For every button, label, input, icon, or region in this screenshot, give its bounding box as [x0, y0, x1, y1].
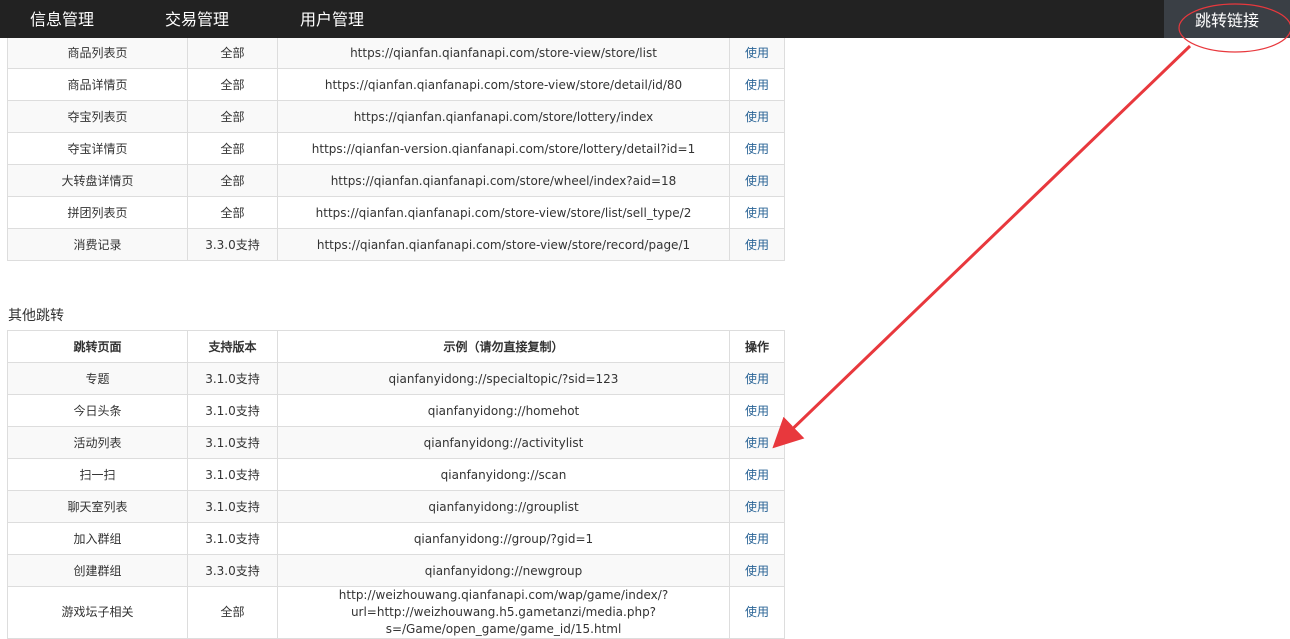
cell-page-name: 夺宝列表页: [7, 100, 188, 133]
cell-version: 全部: [187, 586, 278, 639]
cell-example-url: https://qianfan.qianfanapi.com/store-vie…: [277, 36, 730, 69]
table-row: 大转盘详情页 全部 https://qianfan.qianfanapi.com/s…: [7, 164, 785, 197]
cell-version: 3.1.0支持: [187, 458, 278, 491]
table-row: 活动列表 3.1.0支持 qianfanyidong://activitylist 使…: [7, 426, 785, 459]
cell-version: 全部: [187, 164, 278, 197]
table-row: 夺宝列表页 全部 https://qianfan.qianfanapi.com/st…: [7, 100, 785, 133]
table-row: 聊天室列表 3.1.0支持 qianfanyidong://grouplist 使用: [7, 490, 785, 523]
section-title-other-jumps: 其他跳转: [8, 308, 64, 324]
use-link[interactable]: 使用: [729, 458, 785, 491]
use-link[interactable]: 使用: [729, 36, 785, 69]
cell-version: 全部: [187, 132, 278, 165]
cell-example-url: https://qianfan-version.qianfanapi.com/s…: [277, 132, 730, 165]
table-row: 专题 3.1.0支持 qianfanyidong://specialtopic/?s…: [7, 362, 785, 395]
use-link[interactable]: 使用: [729, 362, 785, 395]
cell-page-name: 今日头条: [7, 394, 188, 427]
cell-example-url: https://qianfan.qianfanapi.com/store-vie…: [277, 228, 730, 261]
cell-example-url: https://qianfan.qianfanapi.com/store/lot…: [277, 100, 730, 133]
cell-version: 3.3.0支持: [187, 554, 278, 587]
cell-page-name: 商品详情页: [7, 68, 188, 101]
cell-version: 3.1.0支持: [187, 426, 278, 459]
use-link[interactable]: 使用: [729, 586, 785, 639]
cell-example-url: qianfanyidong://group/?gid=1: [277, 522, 730, 555]
cell-version: 3.1.0支持: [187, 394, 278, 427]
cell-example-url: qianfanyidong://activitylist: [277, 426, 730, 459]
table-row: 消费记录 3.3.0支持 https://qianfan.qianfanapi.co…: [7, 228, 785, 261]
use-link[interactable]: 使用: [729, 196, 785, 229]
table-row: 创建群组 3.3.0支持 qianfanyidong://newgroup 使用: [7, 554, 785, 587]
cell-example-url: qianfanyidong://grouplist: [277, 490, 730, 523]
use-link[interactable]: 使用: [729, 228, 785, 261]
table-row: 今日头条 3.1.0支持 qianfanyidong://homehot 使用: [7, 394, 785, 427]
cell-version: 全部: [187, 36, 278, 69]
table-row: 夺宝详情页 全部 https://qianfan-version.qianfanap…: [7, 132, 785, 165]
store-links-table-body: 商品列表页 全部 https://qianfan.qianfanapi.com/st…: [7, 36, 785, 261]
cell-example-url: https://qianfan.qianfanapi.com/store/whe…: [277, 164, 730, 197]
arrow-icon: [772, 44, 1192, 449]
use-link[interactable]: 使用: [729, 132, 785, 165]
cell-version: 3.1.0支持: [187, 522, 278, 555]
table-row: 加入群组 3.1.0支持 qianfanyidong://group/?gid=1 使…: [7, 522, 785, 555]
cell-page-name: 夺宝详情页: [7, 132, 188, 165]
top-nav-bar: 信息管理 交易管理 用户管理 跳转链接: [0, 0, 1290, 38]
use-link[interactable]: 使用: [729, 490, 785, 523]
header-action: 操作: [729, 330, 785, 363]
use-link[interactable]: 使用: [729, 394, 785, 427]
use-link[interactable]: 使用: [729, 426, 785, 459]
cell-page-name: 扫一扫: [7, 458, 188, 491]
use-link[interactable]: 使用: [729, 554, 785, 587]
other-jumps-table-body: 专题 3.1.0支持 qianfanyidong://specialtopic/?s…: [7, 362, 785, 639]
use-link[interactable]: 使用: [729, 522, 785, 555]
table-header-row: 跳转页面 支持版本 示例（请勿直接复制） 操作: [7, 330, 785, 363]
cell-example-url: http://weizhouwang.qianfanapi.com/wap/ga…: [277, 586, 730, 639]
cell-version: 全部: [187, 68, 278, 101]
cell-example-url: qianfanyidong://newgroup: [277, 554, 730, 587]
cell-page-name: 专题: [7, 362, 188, 395]
nav-item-jump-links[interactable]: 跳转链接: [1164, 0, 1290, 38]
cell-page-name: 聊天室列表: [7, 490, 188, 523]
table-row: 商品列表页 全部 https://qianfan.qianfanapi.com/st…: [7, 36, 785, 69]
cell-example-url: https://qianfan.qianfanapi.com/store-vie…: [277, 196, 730, 229]
table-row: 游戏坛子相关 全部 http://weizhouwang.qianfanapi.co…: [7, 586, 785, 639]
other-jumps-table: 跳转页面 支持版本 示例（请勿直接复制） 操作 专题 3.1.0支持 qianfan…: [7, 330, 785, 639]
cell-version: 3.1.0支持: [187, 490, 278, 523]
cell-page-name: 拼团列表页: [7, 196, 188, 229]
table-row: 商品详情页 全部 https://qianfan.qianfanapi.com/st…: [7, 68, 785, 101]
cell-version: 3.1.0支持: [187, 362, 278, 395]
header-jump-page: 跳转页面: [7, 330, 188, 363]
cell-version: 全部: [187, 100, 278, 133]
nav-item-user-management[interactable]: 用户管理: [300, 0, 364, 38]
nav-item-info-management[interactable]: 信息管理: [30, 0, 94, 38]
header-example: 示例（请勿直接复制）: [277, 330, 730, 363]
use-link[interactable]: 使用: [729, 100, 785, 133]
cell-version: 全部: [187, 196, 278, 229]
cell-version: 3.3.0支持: [187, 228, 278, 261]
cell-example-url: qianfanyidong://homehot: [277, 394, 730, 427]
cell-example-url: https://qianfan.qianfanapi.com/store-vie…: [277, 68, 730, 101]
cell-page-name: 加入群组: [7, 522, 188, 555]
table-row: 扫一扫 3.1.0支持 qianfanyidong://scan 使用: [7, 458, 785, 491]
cell-page-name: 消费记录: [7, 228, 188, 261]
cell-example-url: qianfanyidong://scan: [277, 458, 730, 491]
header-version: 支持版本: [187, 330, 278, 363]
cell-page-name: 商品列表页: [7, 36, 188, 69]
cell-page-name: 活动列表: [7, 426, 188, 459]
nav-item-transaction-management[interactable]: 交易管理: [165, 0, 229, 38]
cell-example-url: qianfanyidong://specialtopic/?sid=123: [277, 362, 730, 395]
use-link[interactable]: 使用: [729, 68, 785, 101]
cell-page-name: 大转盘详情页: [7, 164, 188, 197]
cell-page-name: 游戏坛子相关: [7, 586, 188, 639]
use-link[interactable]: 使用: [729, 164, 785, 197]
store-links-table: 商品列表页 全部 https://qianfan.qianfanapi.com/st…: [7, 36, 785, 261]
cell-page-name: 创建群组: [7, 554, 188, 587]
table-row: 拼团列表页 全部 https://qianfan.qianfanapi.com/st…: [7, 196, 785, 229]
